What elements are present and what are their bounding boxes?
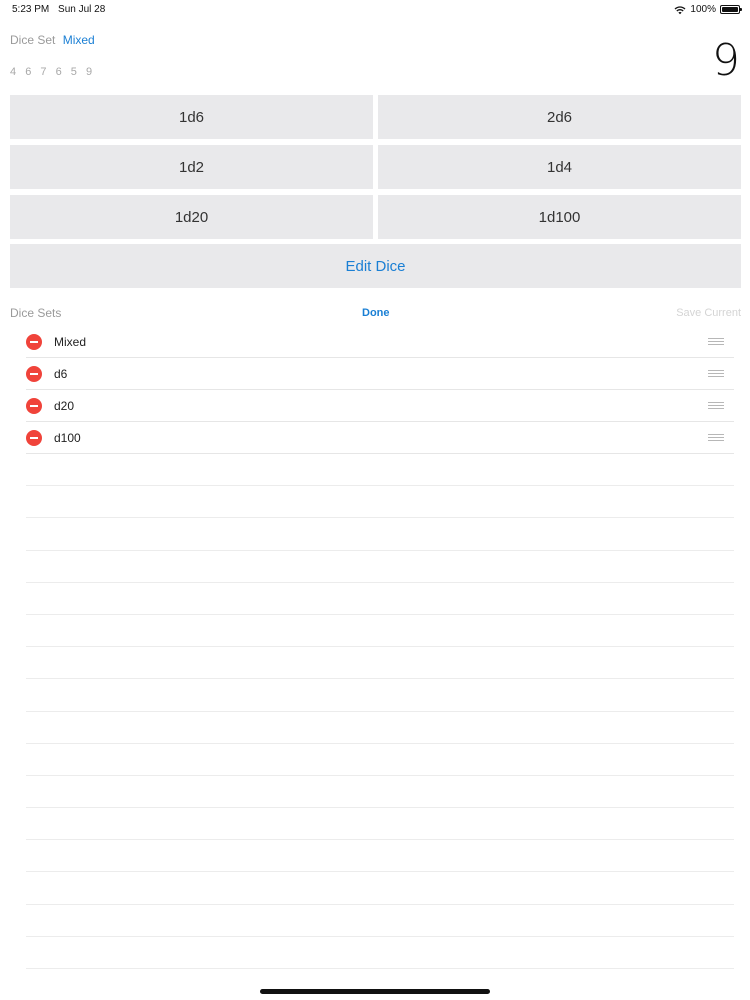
dice-sets-header: Dice Sets Done Save Current <box>0 304 750 322</box>
list-item[interactable]: d100 <box>26 422 734 454</box>
status-right: 100% <box>674 4 742 15</box>
set-name: d20 <box>54 398 75 413</box>
empty-row <box>26 518 734 551</box>
set-name: Mixed <box>54 334 87 349</box>
home-indicator[interactable] <box>260 989 490 994</box>
delete-icon[interactable] <box>26 365 42 382</box>
roll-total: 9 <box>712 35 740 86</box>
empty-row <box>26 551 734 583</box>
reorder-icon[interactable] <box>708 370 724 377</box>
current-dice-set: Dice Set Mixed <box>10 33 95 47</box>
dice-button-1d2[interactable]: 1d2 <box>10 145 373 189</box>
delete-icon[interactable] <box>26 429 42 446</box>
empty-row <box>26 840 734 873</box>
set-name: d6 <box>54 366 68 381</box>
empty-row <box>26 872 734 905</box>
status-date: Sun Jul 28 <box>58 4 106 15</box>
roll-value: 6 <box>55 66 63 78</box>
list-item[interactable]: d20 <box>26 390 734 422</box>
empty-row <box>26 583 734 615</box>
empty-row <box>26 744 734 776</box>
delete-icon[interactable] <box>26 333 42 350</box>
empty-row <box>26 937 734 969</box>
status-time: 5:23 PM <box>12 4 50 15</box>
empty-row <box>26 712 734 744</box>
delete-icon[interactable] <box>26 397 42 414</box>
dice-sets-list: Mixed d6 d20 d100 <box>26 326 734 454</box>
roll-history: 4 6 7 6 5 9 <box>10 66 98 78</box>
empty-row <box>26 454 734 487</box>
dice-button-grid: 1d6 2d6 1d2 1d4 1d20 1d100 <box>10 95 741 239</box>
reorder-icon[interactable] <box>708 434 724 441</box>
empty-row <box>26 615 734 648</box>
empty-row <box>26 905 734 937</box>
set-name: d100 <box>54 430 81 445</box>
dice-button-1d20[interactable]: 1d20 <box>10 195 373 239</box>
dice-button-1d4[interactable]: 1d4 <box>378 145 741 189</box>
save-current-button[interactable]: Save Current <box>676 307 741 319</box>
edit-dice-button[interactable]: Edit Dice <box>10 244 741 288</box>
battery-percent: 100% <box>690 4 716 15</box>
roll-value: 7 <box>40 66 47 78</box>
roll-value: 5 <box>70 66 78 78</box>
dice-sets-title: Dice Sets <box>10 306 62 320</box>
list-item[interactable]: Mixed <box>26 326 734 358</box>
roll-value: 4 <box>10 66 17 78</box>
roll-value: 9 <box>85 66 93 78</box>
dice-button-2d6[interactable]: 2d6 <box>378 95 741 139</box>
dice-button-1d100[interactable]: 1d100 <box>378 195 741 239</box>
battery-fill <box>722 7 738 12</box>
empty-row <box>26 679 734 712</box>
dice-set-label: Dice Set <box>10 33 56 47</box>
list-item[interactable]: d6 <box>26 358 734 390</box>
empty-row <box>26 486 734 519</box>
wifi-icon <box>674 5 686 14</box>
roll-value: 6 <box>25 66 32 78</box>
dice-set-value[interactable]: Mixed <box>63 33 95 47</box>
status-left: 5:23 PM Sun Jul 28 <box>12 4 105 15</box>
reorder-icon[interactable] <box>708 402 724 409</box>
battery-icon <box>720 5 742 14</box>
status-bar: 5:23 PM Sun Jul 28 100% <box>0 0 750 20</box>
empty-list-area <box>26 454 734 969</box>
empty-row <box>26 808 734 841</box>
empty-row <box>26 776 734 809</box>
dice-button-1d6[interactable]: 1d6 <box>10 95 373 139</box>
reorder-icon[interactable] <box>708 338 724 345</box>
done-button[interactable]: Done <box>362 307 390 319</box>
empty-row <box>26 647 734 680</box>
